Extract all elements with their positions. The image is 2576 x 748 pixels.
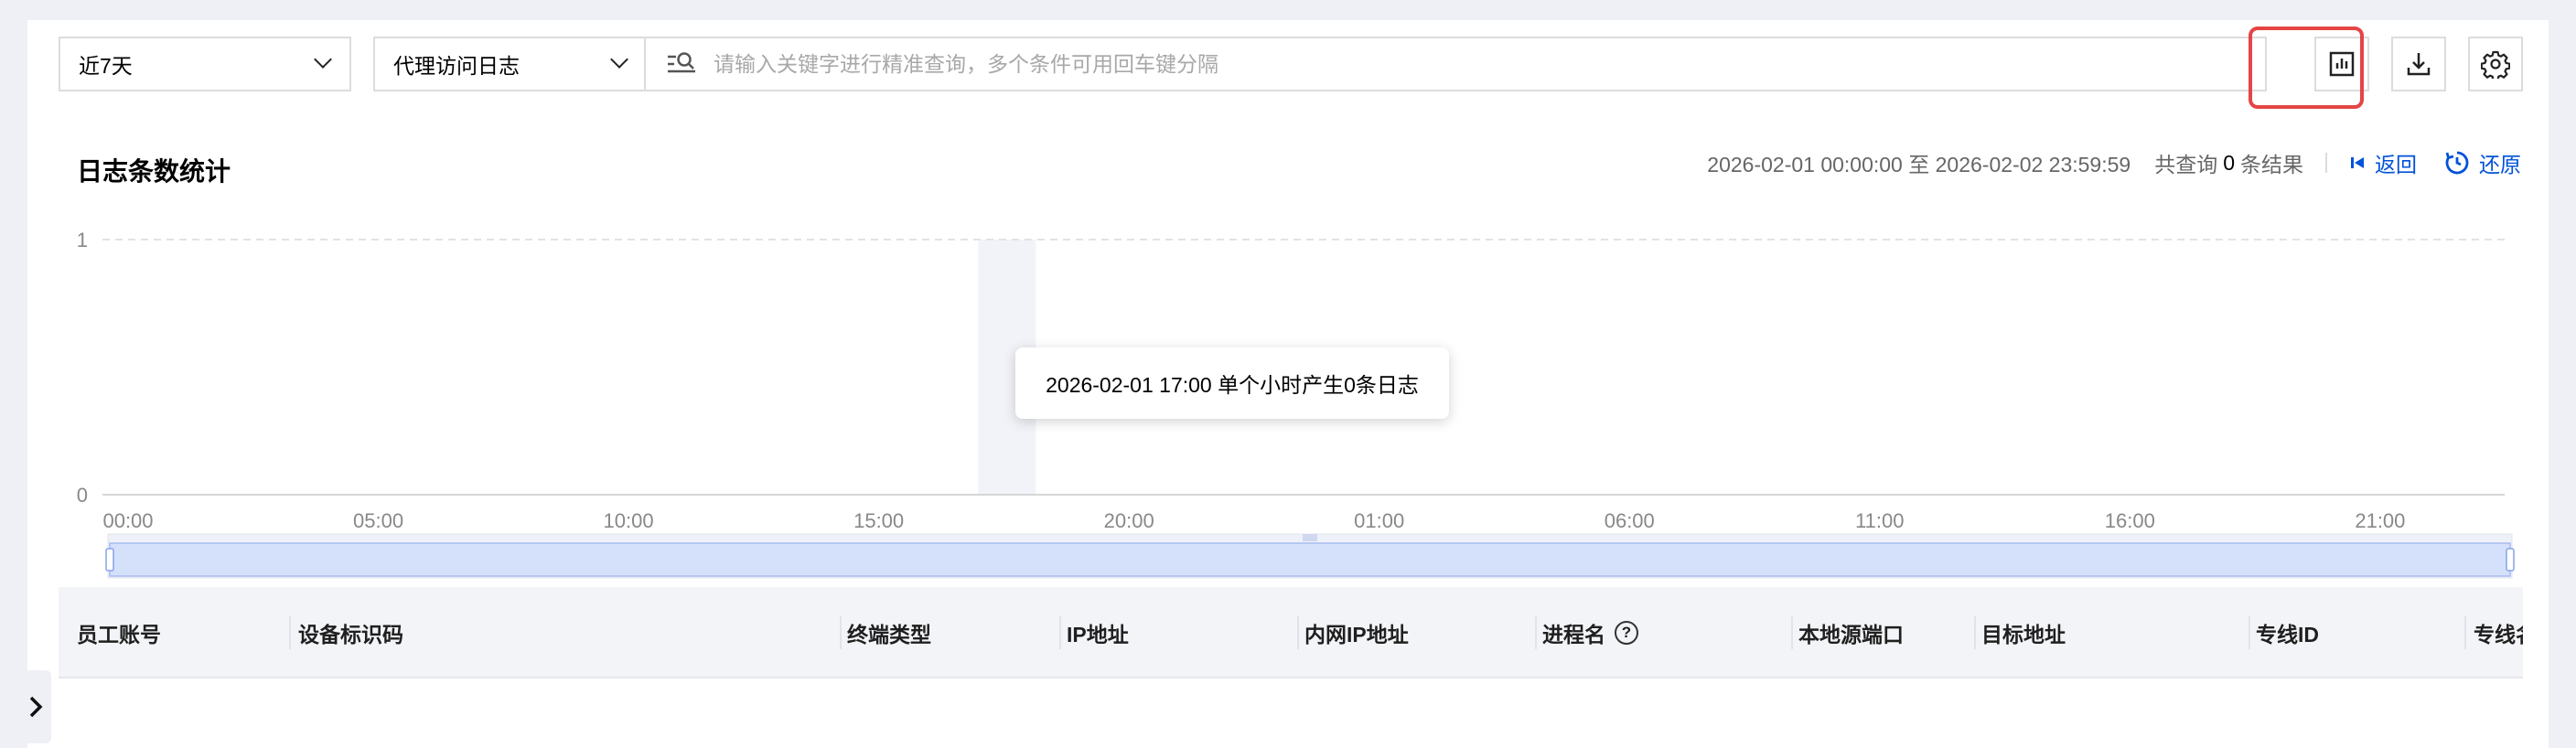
y-tick-label: 1 (77, 229, 88, 251)
search-box[interactable] (644, 37, 2267, 91)
column-divider (2464, 616, 2466, 649)
column-divider (1535, 616, 1537, 649)
column-header[interactable]: 设备标识码 (298, 587, 403, 677)
column-header[interactable]: 员工账号 (77, 587, 161, 677)
time-span: 2026-02-01 00:00:00 至 2026-02-02 23:59:5… (1707, 153, 2131, 176)
reset-icon (2445, 151, 2469, 175)
log-type-dropdown[interactable]: 代理访问日志 (373, 37, 648, 91)
x-tick-label: 16:00 (2105, 509, 2155, 532)
column-divider (1297, 616, 1299, 649)
chart-title: 日志条数统计 (77, 157, 231, 186)
time-range-value: 近7天 (79, 54, 133, 78)
download-icon (2407, 53, 2431, 76)
column-divider (2249, 616, 2250, 649)
column-header[interactable]: 目标地址 (1981, 587, 2066, 677)
zoom-grip (1303, 534, 1317, 541)
column-header-label: 进程名 (1542, 623, 1605, 646)
column-divider (289, 616, 291, 649)
column-divider (1791, 616, 1793, 649)
x-tick-label: 05:00 (353, 509, 403, 532)
sidebar-expand-button[interactable] (20, 670, 51, 743)
column-divider (1974, 616, 1976, 649)
x-tick-label: 00:00 (102, 509, 153, 532)
zoom-selection (109, 542, 2511, 577)
x-tick-label: 20:00 (1104, 509, 1154, 532)
time-range-dropdown[interactable]: 近7天 (59, 37, 351, 91)
download-button[interactable] (2391, 37, 2446, 91)
reset-label: 还原 (2479, 153, 2521, 176)
chevron-down-icon (610, 50, 628, 69)
result-prefix: 共查询 (2154, 153, 2218, 176)
x-tick-label: 06:00 (1605, 509, 1655, 532)
back-label: 返回 (2375, 153, 2417, 176)
column-header[interactable]: 内网IP地址 (1304, 587, 1409, 677)
x-tick-label: 15:00 (853, 509, 904, 532)
chart-toggle-button[interactable] (2314, 37, 2369, 91)
chart-tooltip: 2026-02-01 17:00 单个小时产生0条日志 (1015, 347, 1449, 419)
column-header[interactable]: 专线名 (2474, 587, 2523, 677)
column-header[interactable]: 终端类型 (847, 587, 931, 677)
chevron-right-icon (29, 696, 43, 718)
settings-button[interactable] (2468, 37, 2523, 91)
reset-link[interactable]: 还原 (2444, 147, 2521, 178)
column-header[interactable]: 本地源端口 (1798, 587, 1904, 677)
column-header-process[interactable]: 进程名 ? (1542, 587, 1638, 677)
divider (2325, 153, 2327, 173)
x-tick-label: 10:00 (604, 509, 654, 532)
column-header[interactable]: IP地址 (1067, 587, 1129, 677)
help-circle-icon[interactable]: ? (1615, 621, 1638, 645)
zoom-handle-left (105, 548, 114, 572)
zoom-handle-right (2506, 548, 2515, 572)
chevron-down-icon (314, 50, 332, 69)
gear-icon (2481, 50, 2510, 79)
back-link[interactable]: 返回 (2349, 147, 2417, 178)
column-header[interactable]: 专线ID (2256, 587, 2319, 677)
bar-chart-icon (2329, 51, 2355, 77)
x-tick-label: 11:00 (1855, 509, 1904, 532)
x-tick-label: 21:00 (2355, 509, 2405, 532)
table-header: 员工账号 设备标识码 终端类型 IP地址 内网IP地址 进程名 ? 本地源端口 … (59, 587, 2523, 679)
column-divider (840, 616, 842, 649)
column-divider (1059, 616, 1061, 649)
y-tick-label: 0 (77, 484, 88, 507)
x-tick-label: 01:00 (1354, 509, 1404, 532)
search-input[interactable] (701, 38, 2265, 90)
result-suffix: 条结果 (2240, 153, 2303, 176)
result-count: 0 (2223, 150, 2235, 175)
log-type-value: 代理访问日志 (393, 54, 520, 78)
skip-back-icon (2351, 157, 2364, 168)
search-filter-icon (668, 52, 695, 73)
query-summary: 2026-02-01 00:00:00 至 2026-02-02 23:59:5… (1707, 146, 2521, 179)
